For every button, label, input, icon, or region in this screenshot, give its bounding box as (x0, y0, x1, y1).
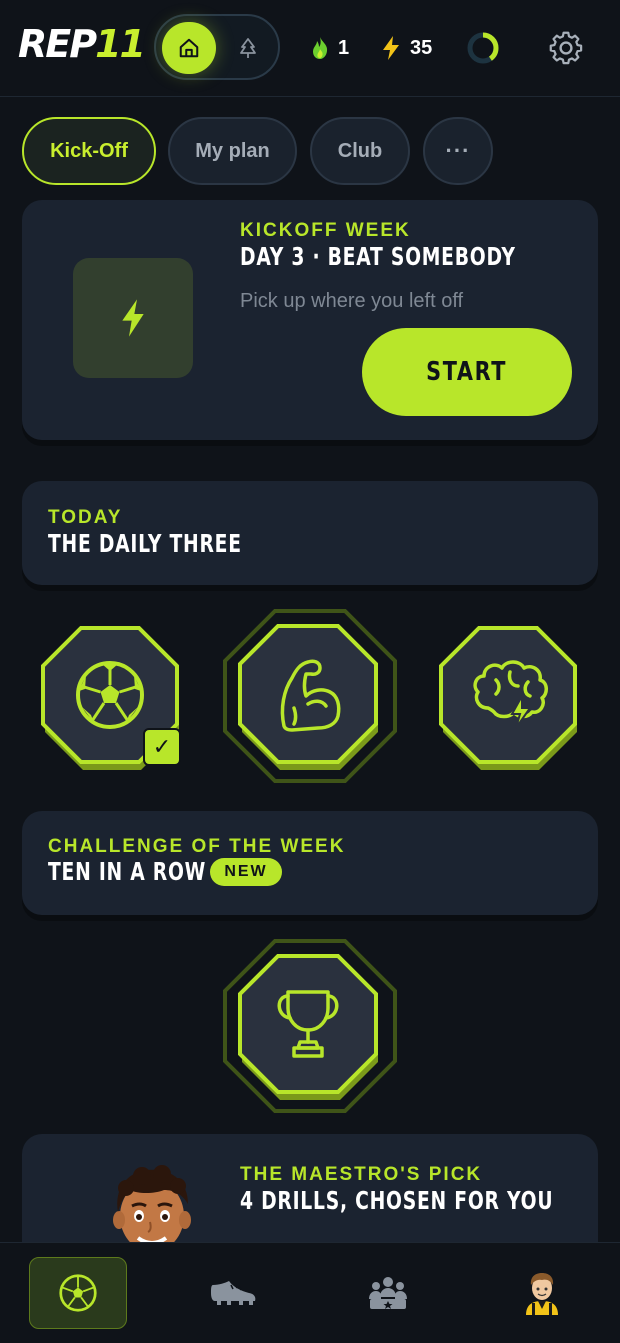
kickoff-card[interactable]: KICKOFF WEEK DAY 3 · BEAT SOMEBODY Pick … (22, 200, 598, 440)
bolt-icon (383, 36, 399, 60)
tab-more[interactable]: ··· (423, 117, 493, 185)
bottom-navigation (0, 1242, 620, 1343)
daily-drill-strength[interactable] (222, 608, 398, 784)
team-icon (369, 1277, 407, 1309)
energy-counter[interactable]: 35 (380, 30, 432, 66)
nav-home[interactable] (29, 1257, 127, 1329)
tab-kick-off[interactable]: Kick-Off (22, 117, 156, 185)
completed-checkmark: ✓ (143, 728, 181, 766)
soccer-ball-icon (59, 1274, 97, 1312)
streak-counter[interactable]: 1 (310, 30, 349, 66)
nav-team[interactable] (339, 1257, 437, 1329)
app-logo[interactable]: REP11 (18, 22, 146, 66)
progress-ring-icon[interactable] (466, 31, 500, 65)
tab-club[interactable]: Club (310, 117, 410, 185)
gear-icon[interactable] (548, 30, 584, 66)
tree-mode-button[interactable] (234, 34, 262, 62)
streak-value: 1 (338, 36, 350, 59)
nav-profile[interactable] (493, 1257, 591, 1329)
nav-drills[interactable] (184, 1257, 282, 1329)
kickoff-eyebrow: KICKOFF WEEK (240, 220, 411, 241)
new-badge: NEW (210, 858, 282, 886)
home-mode-button[interactable] (162, 22, 216, 74)
kickoff-subtitle: Pick up where you left off (240, 290, 464, 312)
player-avatar-icon (526, 1273, 558, 1315)
kickoff-icon-tile (73, 258, 193, 378)
challenge-eyebrow: CHALLENGE OF THE WEEK (48, 836, 346, 857)
maestro-title: 4 DRILLS, CHOSEN FOR YOU (240, 1186, 554, 1215)
maestro-eyebrow: THE MAESTRO'S PICK (240, 1164, 483, 1185)
daily-drill-mind[interactable] (436, 624, 586, 774)
top-bar: REP11 1 35 (0, 0, 620, 97)
bolt-icon (122, 299, 144, 337)
energy-value: 35 (410, 36, 433, 59)
daily-three-card: TODAY THE DAILY THREE (22, 481, 598, 585)
start-button[interactable]: START (362, 328, 572, 416)
challenge-card[interactable]: CHALLENGE OF THE WEEK TEN IN A ROW NEW (22, 811, 598, 915)
tree-icon (240, 38, 256, 58)
challenge-title: TEN IN A ROW (48, 857, 207, 886)
daily-eyebrow: TODAY (48, 507, 123, 528)
kickoff-title: DAY 3 · BEAT SOMEBODY (240, 242, 516, 271)
flame-icon (313, 37, 328, 59)
boot-icon (211, 1281, 256, 1305)
home-icon (179, 38, 199, 58)
tab-my-plan[interactable]: My plan (168, 117, 297, 185)
challenge-trophy-button[interactable] (222, 938, 398, 1114)
daily-title: THE DAILY THREE (48, 529, 242, 558)
mode-switcher (154, 14, 280, 80)
